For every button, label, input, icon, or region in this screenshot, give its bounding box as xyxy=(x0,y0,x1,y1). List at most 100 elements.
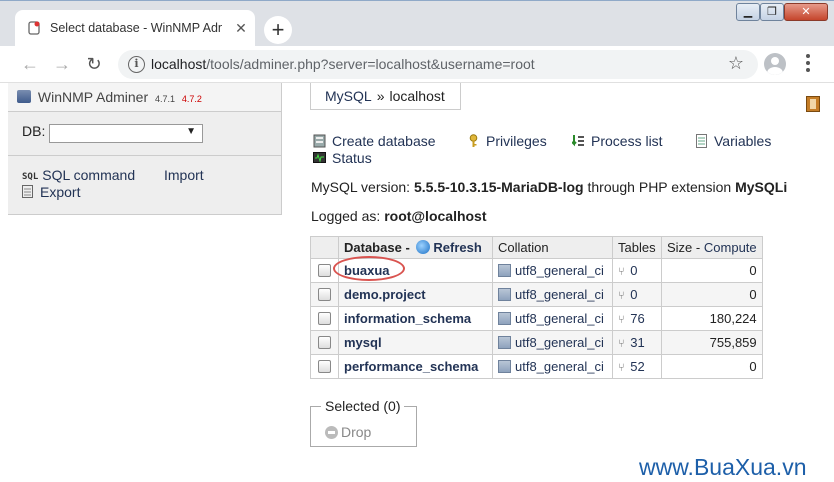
browser-menu-icon[interactable] xyxy=(805,54,811,74)
tables-cell: ⑂ 0 xyxy=(612,282,662,307)
app-title-link[interactable]: WinNMP Adminer xyxy=(38,89,148,105)
row-checkbox[interactable] xyxy=(318,312,331,325)
collation-link[interactable]: utf8_general_ci xyxy=(515,287,604,302)
header-collation[interactable]: Collation xyxy=(492,236,613,259)
collation-icon xyxy=(498,312,511,325)
breadcrumb-server-link[interactable]: MySQL xyxy=(325,88,372,104)
databases-table: Database - Refresh Collation Tables Size… xyxy=(310,236,763,379)
logged-prefix: Logged as: xyxy=(311,208,381,224)
database-name-link[interactable]: mysql xyxy=(344,335,382,350)
export-label: Export xyxy=(40,184,81,200)
tab-close-icon[interactable]: ✕ xyxy=(233,20,249,36)
process-list-icon xyxy=(572,135,584,147)
collation-link[interactable]: utf8_general_ci xyxy=(515,335,604,350)
server-actions: Create database Privileges Process list … xyxy=(313,133,813,167)
tables-cell: ⑂ 0 xyxy=(612,258,662,283)
row-checkbox[interactable] xyxy=(318,336,331,349)
address-bar[interactable]: i localhost/tools/adminer.php?server=loc… xyxy=(118,50,758,79)
variables-link[interactable]: Variables xyxy=(695,133,771,149)
database-name-link[interactable]: buaxua xyxy=(344,263,390,278)
table-row: mysql utf8_general_ci ⑂ 31 755,859 xyxy=(310,330,763,355)
table-row: performance_schema utf8_general_ci ⑂ 52 0 xyxy=(310,354,763,379)
database-cell: performance_schema xyxy=(338,354,493,379)
browser-tab[interactable]: Select database - WinNMP Admin ✕ xyxy=(15,10,255,47)
header-tables[interactable]: Tables xyxy=(612,236,662,259)
collation-icon xyxy=(498,360,511,373)
selected-fieldset: Selected (0) Drop xyxy=(310,398,417,447)
import-link[interactable]: Import xyxy=(164,167,204,183)
sql-icon: SQL xyxy=(22,172,39,182)
maximize-button[interactable]: ❐ xyxy=(760,3,784,21)
row-checkbox[interactable] xyxy=(318,288,331,301)
version-through: through PHP extension xyxy=(587,179,732,195)
bookmark-star-icon[interactable]: ☆ xyxy=(728,53,744,74)
compute-link[interactable]: Compute xyxy=(704,240,757,255)
size-cell: 180,224 xyxy=(661,306,763,331)
db-selector-row: DB: ▼ xyxy=(22,123,203,143)
create-database-link[interactable]: Create database xyxy=(313,133,436,149)
variables-icon xyxy=(696,134,707,148)
adminer-logo-icon xyxy=(17,90,31,103)
new-tab-button[interactable]: + xyxy=(264,16,292,44)
collation-link[interactable]: utf8_general_ci xyxy=(515,311,604,326)
browser-title-bar: Select database - WinNMP Admin ✕ + ▁ ❐ ✕ xyxy=(0,0,834,47)
breadcrumb-items: MySQL» localhost xyxy=(325,88,445,104)
version-prefix: MySQL version: xyxy=(311,179,411,195)
sql-command-link[interactable]: SQL SQL command xyxy=(22,167,135,183)
variables-label: Variables xyxy=(714,133,772,149)
sidebar-header: WinNMP Adminer 4.7.1 4.7.2 xyxy=(8,83,281,112)
account-avatar-icon[interactable] xyxy=(764,53,786,75)
dropdown-arrow-icon: ▼ xyxy=(186,126,196,137)
header-checkbox-cell xyxy=(310,236,339,259)
refresh-icon[interactable] xyxy=(416,240,431,254)
collation-cell: utf8_general_ci xyxy=(492,258,613,283)
sidebar: WinNMP Adminer 4.7.1 4.7.2 DB: ▼ SQL SQL … xyxy=(8,83,282,215)
size-cell: 0 xyxy=(661,282,763,307)
tables-count-link[interactable]: 76 xyxy=(630,311,644,326)
row-checkbox[interactable] xyxy=(318,264,331,277)
collation-link[interactable]: utf8_general_ci xyxy=(515,263,604,278)
refresh-link[interactable]: Refresh xyxy=(433,240,481,255)
header-size-label[interactable]: Size xyxy=(667,240,692,255)
watermark: www.BuaXua.vn xyxy=(639,454,807,480)
tables-count-link[interactable]: 52 xyxy=(630,359,644,374)
status-link[interactable]: Status xyxy=(313,150,372,166)
header-database-label[interactable]: Database xyxy=(344,240,402,255)
collation-icon xyxy=(498,336,511,349)
table-row: information_schema utf8_general_ci ⑂ 76 180… xyxy=(310,306,763,331)
url-text[interactable]: localhost/tools/adminer.php?server=local… xyxy=(151,56,535,72)
collation-link[interactable]: utf8_general_ci xyxy=(515,359,604,374)
size-cell: 755,859 xyxy=(661,330,763,355)
database-icon xyxy=(313,134,326,148)
logged-user: root@localhost xyxy=(384,208,487,224)
database-name-link[interactable]: information_schema xyxy=(344,311,471,326)
logout-door-icon[interactable] xyxy=(806,96,820,112)
version-current[interactable]: 4.7.1 xyxy=(155,94,175,104)
tables-count-link[interactable]: 0 xyxy=(630,263,637,278)
minimize-button[interactable]: ▁ xyxy=(736,3,760,21)
back-arrow-icon[interactable]: ← xyxy=(18,52,42,76)
tables-count-link[interactable]: 31 xyxy=(630,335,644,350)
db-label: DB: xyxy=(22,123,46,139)
database-name-link[interactable]: demo.project xyxy=(344,287,426,302)
forward-arrow-icon[interactable]: → xyxy=(50,52,74,76)
export-link[interactable]: Export xyxy=(22,184,80,200)
process-list-link[interactable]: Process list xyxy=(572,133,663,149)
header-database: Database - Refresh xyxy=(338,236,493,259)
version-info: MySQL version: 5.5.5-10.3.15-MariaDB-log… xyxy=(311,179,787,195)
url-path: /tools/adminer.php?server=localhost&user… xyxy=(206,56,535,72)
drop-label: Drop xyxy=(341,424,372,440)
row-checkbox[interactable] xyxy=(318,360,331,373)
database-name-link[interactable]: performance_schema xyxy=(344,359,478,374)
db-select[interactable]: ▼ xyxy=(49,124,203,143)
drop-button[interactable]: Drop xyxy=(325,424,371,440)
tables-count-link[interactable]: 0 xyxy=(630,287,637,302)
site-info-icon[interactable]: i xyxy=(128,56,145,73)
php-extension: MySQLi xyxy=(735,179,788,195)
privileges-link[interactable]: Privileges xyxy=(467,133,547,149)
close-window-button[interactable]: ✕ xyxy=(784,3,828,21)
row-checkbox-cell xyxy=(310,258,339,283)
collation-cell: utf8_general_ci xyxy=(492,306,613,331)
version-new[interactable]: 4.7.2 xyxy=(182,94,202,104)
reload-icon[interactable]: ↻ xyxy=(82,52,106,76)
